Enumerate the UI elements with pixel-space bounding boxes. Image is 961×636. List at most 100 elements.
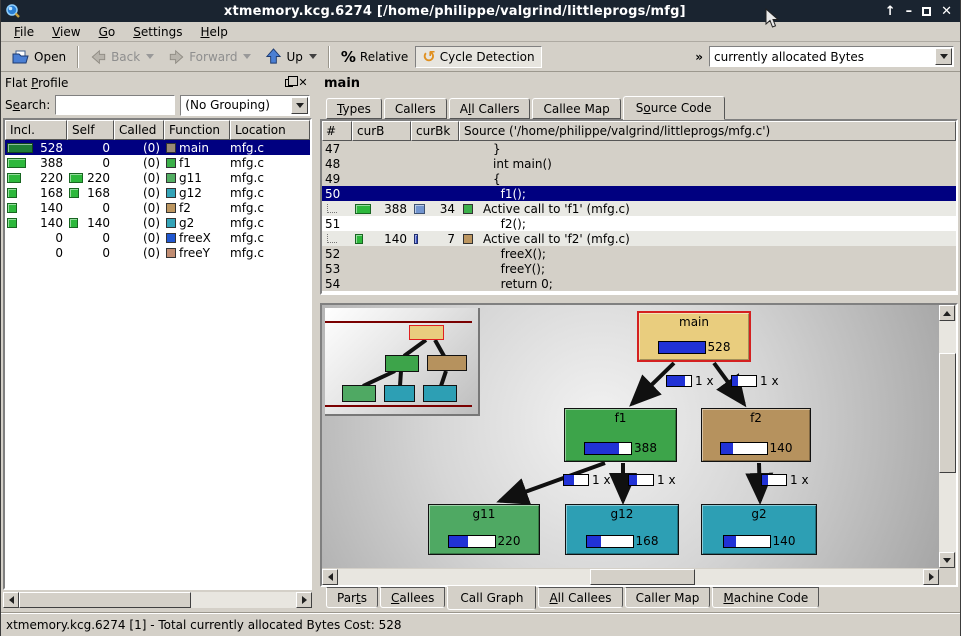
- tab-parts[interactable]: Parts: [326, 587, 378, 608]
- table-row-g11[interactable]: 220 220 (0) g11 mfg.c: [5, 170, 310, 185]
- tree-branch-icon: [327, 204, 337, 213]
- graph-hscrollbar[interactable]: [322, 568, 939, 585]
- menu-settings[interactable]: Settings: [124, 23, 191, 41]
- table-row-g12[interactable]: 168 168 (0) g12 mfg.c: [5, 185, 310, 200]
- relative-toggle[interactable]: % Relative: [334, 44, 415, 70]
- maximize-icon[interactable]: [922, 7, 931, 16]
- up-button[interactable]: Up: [258, 44, 323, 69]
- column-header-self[interactable]: Self: [67, 120, 114, 140]
- graph-node-f2[interactable]: f2 140: [701, 408, 811, 462]
- scrollbar-thumb[interactable]: [939, 353, 956, 473]
- menu-view[interactable]: View: [43, 23, 89, 41]
- keep-above-icon[interactable]: ↑: [885, 5, 896, 18]
- grouping-dropdown-icon[interactable]: [291, 97, 308, 114]
- dock-float-button[interactable]: [282, 76, 296, 90]
- scroll-left-icon[interactable]: [322, 569, 338, 585]
- up-dropdown-icon[interactable]: [309, 54, 317, 59]
- up-icon: [265, 48, 282, 65]
- forward-button[interactable]: Forward: [161, 45, 258, 69]
- column-header-called[interactable]: Called: [114, 120, 164, 140]
- cost-bar: [584, 442, 632, 455]
- source-line[interactable]: 48 int main(): [322, 156, 956, 171]
- flat-profile-hscrollbar[interactable]: [3, 592, 312, 608]
- tab-callee-map[interactable]: Callee Map: [532, 98, 620, 119]
- function-color-swatch: [463, 234, 473, 244]
- table-row-f2[interactable]: 140 0 (0) f2 mfg.c: [5, 200, 310, 215]
- call-graph-view: main 528 f1 388 f2 140 g11 220: [320, 303, 958, 587]
- source-line[interactable]: 49 {: [322, 171, 956, 186]
- table-row-freeY[interactable]: 0 0 (0) freeY mfg.c: [5, 245, 310, 260]
- graph-node-f1[interactable]: f1 388: [564, 408, 677, 462]
- statusbar: xtmemory.kcg.6274 [1] - Total currently …: [1, 612, 960, 636]
- tab-call-graph[interactable]: Call Graph: [447, 586, 536, 610]
- menu-help[interactable]: Help: [191, 23, 236, 41]
- scroll-right-icon[interactable]: [923, 569, 939, 585]
- flat-profile-table-header: Incl. Self Called Function Location: [5, 120, 310, 140]
- open-button[interactable]: Open: [5, 45, 73, 69]
- source-line[interactable]: 52 freeX();: [322, 246, 956, 261]
- column-header-line[interactable]: #: [322, 121, 352, 141]
- edge-label-main-f1: 1 x: [666, 374, 714, 388]
- tab-callers[interactable]: Callers: [384, 98, 447, 119]
- function-color-swatch: [166, 158, 176, 168]
- detail-splitter[interactable]: [320, 295, 958, 303]
- column-header-incl[interactable]: Incl.: [5, 120, 67, 140]
- toolbar-overflow-icon[interactable]: »: [695, 50, 703, 64]
- graph-vscrollbar[interactable]: [939, 305, 956, 568]
- menu-go[interactable]: Go: [90, 23, 125, 41]
- scroll-left-icon[interactable]: [3, 592, 19, 608]
- bottom-tabs: Parts Callees Call Graph All Callees Cal…: [320, 587, 958, 612]
- source-table-header: # curB curBk Source ('/home/philippe/val…: [322, 121, 956, 141]
- table-row-main[interactable]: 528 0 (0) main mfg.c: [5, 140, 310, 155]
- tab-all-callees[interactable]: All Callees: [538, 587, 622, 608]
- table-row-g2[interactable]: 140 140 (0) g2 mfg.c: [5, 215, 310, 230]
- column-header-location[interactable]: Location: [230, 120, 310, 140]
- scroll-down-icon[interactable]: [939, 552, 955, 568]
- column-header-curbk[interactable]: curBk: [411, 121, 459, 141]
- forward-dropdown-icon[interactable]: [243, 54, 251, 59]
- event-type-dropdown-icon[interactable]: [935, 48, 952, 65]
- menu-file[interactable]: File: [5, 23, 43, 41]
- dock-close-button[interactable]: ✕: [296, 76, 310, 90]
- tab-machine-code[interactable]: Machine Code: [712, 587, 819, 608]
- function-color-swatch: [463, 204, 473, 214]
- graph-node-g11[interactable]: g11 220: [428, 504, 540, 555]
- event-type-select[interactable]: currently allocated Bytes: [709, 46, 954, 67]
- call-graph-canvas[interactable]: main 528 f1 388 f2 140 g11 220: [322, 305, 939, 568]
- search-input[interactable]: [55, 95, 175, 115]
- graph-overview[interactable]: [325, 308, 480, 416]
- table-row-f1[interactable]: 388 0 (0) f1 mfg.c: [5, 155, 310, 170]
- graph-node-g2[interactable]: g2 140: [701, 504, 817, 555]
- column-header-source[interactable]: Source ('/home/philippe/valgrind/littlep…: [459, 121, 956, 141]
- tab-types[interactable]: Types: [326, 98, 382, 119]
- titlebar: xtmemory.kcg.6274 [/home/philippe/valgri…: [1, 0, 960, 22]
- graph-node-g12[interactable]: g12 168: [565, 504, 679, 555]
- grouping-select[interactable]: (No Grouping): [180, 95, 310, 116]
- source-call-annotation[interactable]: 388 34 Active call to 'f1' (mfg.c): [322, 201, 956, 216]
- source-call-annotation[interactable]: 140 7 Active call to 'f2' (mfg.c): [322, 231, 956, 246]
- scrollbar-thumb[interactable]: [19, 592, 191, 608]
- column-header-function[interactable]: Function: [164, 120, 230, 140]
- source-line-selected[interactable]: 50 f1();: [322, 186, 956, 201]
- close-icon[interactable]: ✕: [941, 5, 952, 18]
- source-line[interactable]: 47 }: [322, 141, 956, 156]
- back-dropdown-icon[interactable]: [146, 54, 154, 59]
- source-line[interactable]: 54 return 0;: [322, 276, 956, 291]
- toolbar-separator: [328, 46, 330, 68]
- tab-all-callers[interactable]: All Callers: [449, 98, 531, 119]
- back-button[interactable]: Back: [83, 45, 161, 69]
- tab-source-code[interactable]: Source Code: [623, 96, 725, 120]
- source-line[interactable]: 51 f2();: [322, 216, 956, 231]
- scroll-right-icon[interactable]: [296, 592, 312, 608]
- cycle-detection-toggle[interactable]: ↺ Cycle Detection: [415, 46, 541, 68]
- minimize-icon[interactable]: –: [906, 5, 913, 18]
- source-line[interactable]: 53 freeY();: [322, 261, 956, 276]
- graph-node-main[interactable]: main 528: [637, 311, 751, 362]
- table-row-freeX[interactable]: 0 0 (0) freeX mfg.c: [5, 230, 310, 245]
- scrollbar-thumb[interactable]: [590, 569, 695, 585]
- column-header-curb[interactable]: curB: [352, 121, 411, 141]
- tab-caller-map[interactable]: Caller Map: [625, 587, 711, 608]
- tab-callees[interactable]: Callees: [380, 587, 445, 608]
- function-color-swatch: [166, 248, 176, 258]
- scroll-up-icon[interactable]: [939, 305, 955, 321]
